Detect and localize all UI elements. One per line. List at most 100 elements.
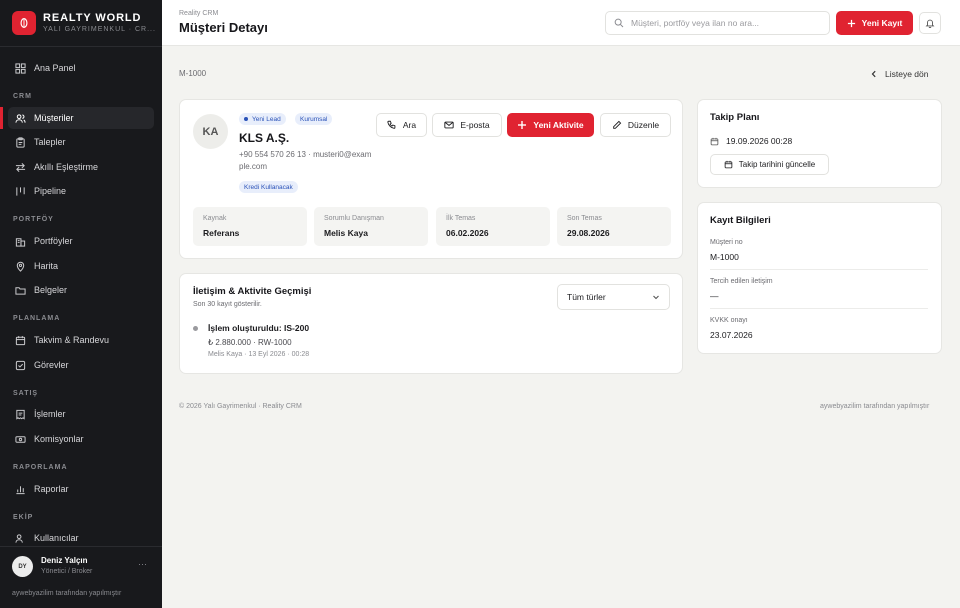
timeline-item-detail: ₺ 2.880.000 · RW-1000: [208, 338, 292, 347]
user-role: Yönetici / Broker: [41, 568, 93, 575]
type-badge: Kurumsal: [295, 113, 333, 125]
sidebar-item-label: Kullanıcılar: [34, 533, 79, 543]
search-input[interactable]: [631, 18, 821, 28]
footer-credit: aywebyazilim tarafından yapılmıştır: [820, 403, 930, 410]
sidebar-item-label: Raporlar: [34, 484, 69, 494]
call-label: Ara: [402, 120, 417, 130]
sidebar-item-requests[interactable]: Talepler: [8, 131, 154, 153]
followup-date-value: 19.09.2026 00:28: [726, 136, 793, 146]
sidebar-item-label: Müşteriler: [34, 113, 74, 123]
new-activity-button[interactable]: Yeni Aktivite: [507, 113, 594, 137]
calendar-icon: [710, 137, 719, 145]
followup-card: Takip Planı 19.09.2026 00:28 Takip tarih…: [697, 99, 942, 188]
sidebar-item-label: Portföyler: [34, 236, 73, 246]
credit-badge: Kredi Kullanacak: [239, 181, 298, 193]
bell-icon: [925, 19, 935, 28]
sidebar-item-matching[interactable]: Akıllı Eşleştirme: [8, 156, 154, 178]
sidebar-item-label: Görevler: [34, 360, 69, 370]
info-value: 29.08.2026: [567, 228, 610, 238]
sidebar-item-label: Pipeline: [34, 186, 67, 196]
building-icon: [15, 237, 26, 247]
nav-section-portfolio: PORTFÖY: [13, 216, 54, 223]
chevron-down-icon: [653, 295, 659, 300]
checkbox-icon: [15, 360, 26, 370]
bar-chart-icon: [16, 485, 25, 494]
users-icon: [15, 113, 26, 123]
sidebar-item-label: Ana Panel: [34, 63, 76, 73]
timeline-dot: [193, 326, 198, 331]
more-icon[interactable]: ···: [138, 559, 147, 569]
info-source: Kaynak Referans: [193, 207, 307, 246]
receipt-icon: [16, 409, 25, 420]
divider: [710, 269, 928, 270]
nav-section-team: EKİP: [13, 514, 34, 521]
sidebar-item-portfolios[interactable]: Portföyler: [8, 230, 154, 252]
record-field-value: M-1000: [710, 252, 739, 262]
user-name: Deniz Yalçın: [41, 556, 88, 565]
record-field-label: Tercih edilen iletişim: [710, 278, 773, 285]
followup-title: Takip Planı: [710, 112, 760, 123]
record-field-label: KVKK onayı: [710, 317, 748, 324]
topbar: Reality CRM Müşteri Detayı Yeni Kayıt: [162, 0, 960, 46]
edit-button[interactable]: Düzenle: [600, 113, 671, 137]
chevron-left-icon: [871, 70, 876, 78]
sidebar-item-documents[interactable]: Belgeler: [8, 279, 154, 301]
email-button[interactable]: E-posta: [432, 113, 502, 137]
back-to-list-link[interactable]: Listeye dön: [870, 69, 928, 79]
record-title: Kayıt Bilgileri: [710, 215, 771, 226]
sidebar-item-commissions[interactable]: Komisyonlar: [8, 428, 154, 450]
avatar: DY: [12, 556, 33, 577]
search-icon: [614, 18, 624, 28]
sidebar-item-calendar[interactable]: Takvim & Randevu: [8, 329, 154, 351]
phone-icon: [387, 120, 396, 129]
info-advisor: Sorumlu Danışman Melis Kaya: [314, 207, 428, 246]
sidebar-item-dashboard[interactable]: Ana Panel: [8, 57, 154, 79]
sidebar-item-pipeline[interactable]: Pipeline: [8, 180, 154, 202]
sidebar-item-tasks[interactable]: Görevler: [8, 354, 154, 376]
record-field-label: Müşteri no: [710, 239, 743, 246]
map-pin-icon: [16, 261, 25, 272]
activity-type-select[interactable]: Tüm türler: [557, 284, 670, 310]
lead-badge: Yeni Lead: [239, 113, 286, 125]
users-icon: [15, 533, 23, 543]
pipeline-icon: [16, 186, 25, 196]
plus-icon: [518, 121, 527, 129]
sidebar-item-reports[interactable]: Raporlar: [8, 478, 154, 500]
followup-date: 19.09.2026 00:28: [710, 136, 792, 146]
grid-icon: [15, 62, 26, 74]
info-label: İlk Temas: [446, 215, 476, 222]
user-profile[interactable]: DY Deniz Yalçın Yönetici / Broker ···: [0, 546, 162, 584]
customer-avatar: KA: [193, 114, 228, 149]
mail-icon: [444, 121, 454, 129]
notifications-button[interactable]: [919, 12, 941, 34]
email-label: E-posta: [460, 120, 490, 130]
breadcrumb[interactable]: Reality CRM: [179, 10, 218, 17]
customer-card: KA Yeni Lead Kurumsal KLS A.Ş. +90 554 5…: [179, 99, 683, 259]
sidebar-item-deals[interactable]: İşlemler: [8, 403, 154, 425]
customer-name: KLS A.Ş.: [239, 131, 290, 145]
history-subtitle: Son 30 kayıt gösterilir.: [193, 301, 262, 308]
sidebar-item-label: Harita: [34, 261, 59, 271]
sidebar-footer: aywebyazilim tarafından yapılmıştır: [12, 590, 122, 597]
divider: [710, 308, 928, 309]
update-followup-button[interactable]: Takip tarihini güncelle: [710, 154, 829, 175]
update-followup-label: Takip tarihini güncelle: [738, 160, 816, 169]
search-box[interactable]: [605, 11, 830, 35]
select-value: Tüm türler: [567, 292, 606, 302]
lead-badge-label: Yeni Lead: [252, 115, 281, 123]
sidebar-item-label: Belgeler: [34, 285, 68, 295]
new-record-button[interactable]: Yeni Kayıt: [836, 11, 913, 35]
info-value: Melis Kaya: [324, 228, 368, 238]
record-info-card: Kayıt Bilgileri Müşteri no M-1000 Tercih…: [697, 202, 942, 354]
customer-id-label: M-1000: [179, 69, 207, 78]
record-field-value: —: [710, 291, 719, 301]
sidebar-item-users[interactable]: Kullanıcılar: [8, 527, 154, 546]
call-button[interactable]: Ara: [376, 113, 427, 137]
clipboard-icon: [16, 136, 25, 148]
calendar-icon: [15, 335, 26, 345]
info-label: Sorumlu Danışman: [324, 215, 384, 222]
sidebar-item-customers[interactable]: Müşteriler: [8, 107, 154, 129]
sidebar-item-map[interactable]: Harita: [8, 255, 154, 277]
calendar-edit-icon: [724, 160, 733, 169]
info-last-contact: Son Temas 29.08.2026: [557, 207, 671, 246]
